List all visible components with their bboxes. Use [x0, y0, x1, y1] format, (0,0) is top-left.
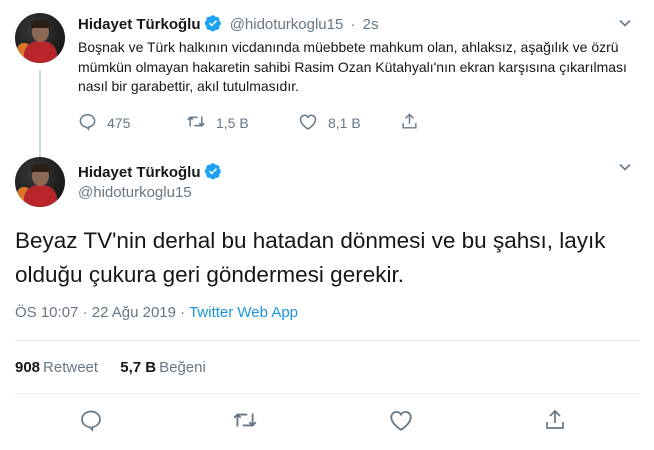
retweet-stat-label: Retweet [43, 359, 99, 376]
tweet2-text: Beyaz TV'nin derhal bu hatadan dönmesi v… [15, 228, 606, 287]
verified-badge-icon [204, 162, 222, 185]
tweet-time[interactable]: ÖS 10:07 [15, 304, 78, 321]
engagement-stats: 908 Retweet 5,7 B Beğeni [15, 359, 206, 376]
like-icon [298, 112, 328, 134]
reply-icon[interactable] [79, 408, 103, 437]
like-count: 8,1 B [328, 115, 361, 131]
author-handle[interactable]: @hidoturkoglu15 [78, 184, 192, 201]
retweet-icon [186, 112, 216, 134]
author-name[interactable]: Hidayet Türkoğlu [78, 164, 201, 181]
tweet-time[interactable]: 2s [363, 16, 379, 33]
retweet-icon[interactable] [232, 408, 258, 437]
tweet1-text: Boşnak ve Türk halkının vicdanında müebb… [78, 39, 627, 94]
retweet-total: 908 [15, 359, 41, 376]
like-button[interactable]: 8,1 B [298, 112, 361, 134]
tweet-date[interactable]: 22 Ağu 2019 [92, 304, 176, 321]
like-total: 5,7 B [120, 359, 157, 376]
tweet2-author: Hidayet Türkoğlu [78, 162, 222, 185]
tweet1-header: Hidayet Türkoğlu @hidoturkoglu15 · 2s [78, 14, 379, 36]
date-separator: · [82, 304, 88, 321]
tweet-source-link[interactable]: Twitter Web App [189, 304, 298, 321]
retweet-stat[interactable]: 908 Retweet [15, 359, 98, 376]
share-icon[interactable] [543, 408, 567, 437]
like-stat[interactable]: 5,7 B Beğeni [120, 359, 206, 376]
retweet-count: 1,5 B [216, 115, 249, 131]
divider [15, 340, 640, 341]
author-avatar[interactable] [15, 157, 65, 207]
thread-connector-line [39, 70, 41, 158]
reply-button[interactable]: 475 [78, 112, 130, 134]
verified-badge-icon [204, 14, 222, 36]
share-icon [400, 112, 429, 134]
retweet-button[interactable]: 1,5 B [186, 112, 249, 134]
tweet2-actions [0, 406, 654, 436]
reply-icon [78, 112, 107, 134]
author-handle[interactable]: @hidoturkoglu15 [230, 16, 344, 33]
like-icon[interactable] [388, 408, 414, 437]
divider [15, 393, 640, 394]
share-button[interactable] [400, 112, 429, 134]
tweet-metadata: ÖS 10:07 · 22 Ağu 2019 · Twitter Web App [15, 304, 298, 321]
author-avatar[interactable] [15, 13, 65, 63]
chevron-down-icon[interactable] [618, 160, 632, 174]
source-separator: · [180, 304, 186, 321]
time-separator: · [350, 16, 356, 33]
author-name[interactable]: Hidayet Türkoğlu [78, 16, 201, 33]
tweet1-actions: 475 1,5 B 8,1 B [78, 112, 478, 134]
chevron-down-icon[interactable] [618, 16, 632, 30]
reply-count: 475 [107, 115, 131, 131]
like-stat-label: Beğeni [159, 359, 206, 376]
